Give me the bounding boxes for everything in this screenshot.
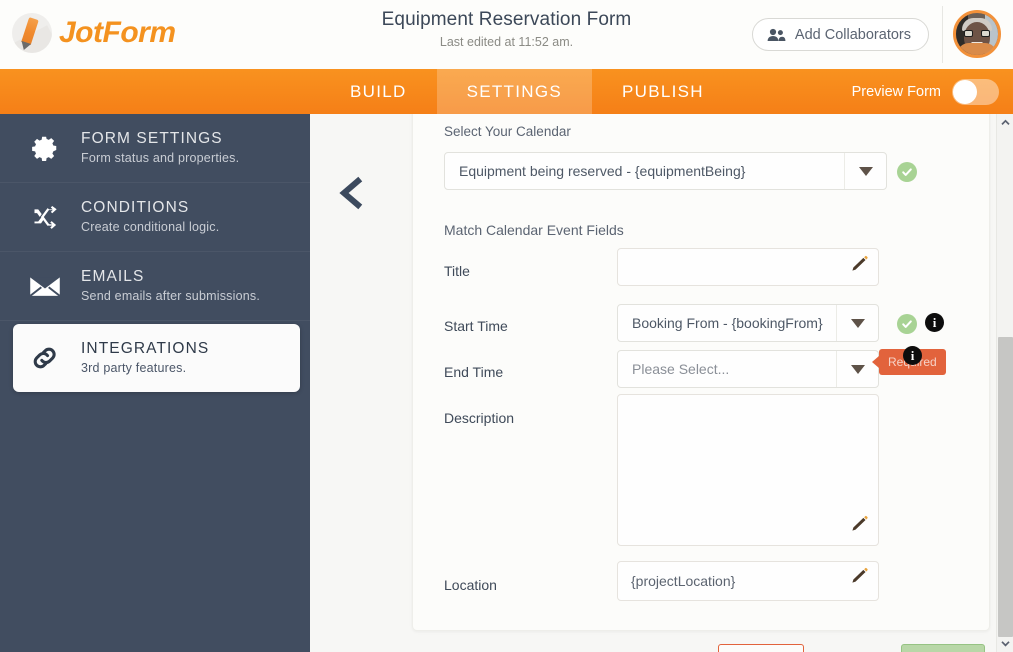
sidebar-item-form-settings[interactable]: FORM SETTINGS Form status and properties… [0, 114, 310, 183]
location-input[interactable]: {projectLocation} [617, 561, 879, 601]
settings-content-area: Select Your Calendar Equipment being res… [310, 114, 1005, 652]
toggle-knob [953, 80, 977, 104]
tab-publish[interactable]: PUBLISH [592, 69, 734, 114]
pencil-edit-icon[interactable] [851, 515, 868, 537]
avatar[interactable] [953, 10, 1001, 58]
scrollbar-thumb[interactable] [998, 337, 1013, 637]
chevron-left-icon[interactable] [336, 176, 364, 215]
chevron-down-icon[interactable] [997, 635, 1013, 652]
save-button[interactable] [901, 644, 985, 652]
description-textarea[interactable] [617, 394, 879, 546]
gear-icon [27, 133, 63, 163]
start-time-valid-check-icon [897, 314, 917, 334]
chevron-down-icon[interactable] [836, 305, 878, 341]
shuffle-arrows-icon [27, 203, 63, 231]
calendar-valid-check-icon [897, 162, 917, 182]
sidebar-item-title: INTEGRATIONS [81, 340, 209, 358]
envelope-icon [27, 273, 63, 299]
sidebar-item-title: EMAILS [81, 268, 260, 286]
cancel-button[interactable] [718, 644, 804, 652]
pencil-edit-icon[interactable] [851, 255, 868, 277]
select-calendar-label: Select Your Calendar [444, 124, 571, 139]
location-field-label: Location [444, 577, 497, 593]
sidebar-item-emails[interactable]: EMAILS Send emails after submissions. [0, 252, 310, 321]
sidebar-item-subtitle: Send emails after submissions. [81, 289, 260, 303]
description-field-label: Description [444, 410, 514, 426]
add-collaborators-label: Add Collaborators [795, 27, 911, 43]
brand-logo[interactable]: JotForm [12, 13, 176, 53]
app-header: JotForm Equipment Reservation Form Last … [0, 0, 1013, 69]
calendar-select[interactable]: Equipment being reserved - {equipmentBei… [444, 152, 887, 190]
start-time-info-icon[interactable]: i [925, 313, 944, 332]
preview-form-toggle[interactable]: Preview Form [852, 69, 999, 114]
settings-sidebar: FORM SETTINGS Form status and properties… [0, 114, 310, 652]
match-fields-label: Match Calendar Event Fields [444, 222, 624, 238]
tab-settings[interactable]: SETTINGS [437, 69, 592, 114]
title-input[interactable] [617, 248, 879, 286]
add-collaborators-button[interactable]: Add Collaborators [752, 18, 929, 51]
header-divider [942, 6, 943, 63]
vertical-scrollbar[interactable] [996, 114, 1013, 652]
sidebar-item-title: FORM SETTINGS [81, 130, 239, 148]
chevron-down-icon[interactable] [844, 153, 886, 189]
sidebar-item-title: CONDITIONS [81, 199, 219, 217]
calendar-select-value: Equipment being reserved - {equipmentBei… [445, 163, 844, 179]
end-time-placeholder: Please Select... [618, 361, 836, 377]
pencil-edit-icon[interactable] [851, 567, 868, 589]
sidebar-item-subtitle: Create conditional logic. [81, 220, 219, 234]
brand-name: JotForm [59, 16, 176, 50]
sidebar-item-conditions[interactable]: CONDITIONS Create conditional logic. [0, 183, 310, 252]
end-time-field-label: End Time [444, 364, 503, 380]
main-navbar: BUILD SETTINGS PUBLISH Preview Form [0, 69, 1013, 114]
link-chain-icon [27, 342, 63, 374]
start-time-field-label: Start Time [444, 318, 508, 334]
start-time-value: Booking From - {bookingFrom} [618, 315, 836, 331]
sidebar-item-subtitle: Form status and properties. [81, 151, 239, 165]
preview-toggle-switch[interactable] [952, 79, 999, 105]
end-time-info-icon[interactable]: i [903, 346, 922, 365]
chevron-up-icon[interactable] [997, 114, 1013, 131]
location-value: {projectLocation} [631, 573, 735, 589]
title-field-label: Title [444, 263, 470, 279]
people-group-icon [767, 28, 786, 42]
tab-build[interactable]: BUILD [320, 69, 437, 114]
pencil-logo-icon [12, 13, 52, 53]
preview-form-label: Preview Form [852, 84, 941, 100]
start-time-select[interactable]: Booking From - {bookingFrom} [617, 304, 879, 342]
nav-tab-list: BUILD SETTINGS PUBLISH [320, 69, 734, 114]
sidebar-item-subtitle: 3rd party features. [81, 361, 209, 375]
sidebar-item-integrations[interactable]: INTEGRATIONS 3rd party features. [13, 324, 300, 392]
end-time-select[interactable]: Please Select... [617, 350, 879, 388]
jotform-settings-page: JotForm Equipment Reservation Form Last … [0, 0, 1013, 652]
